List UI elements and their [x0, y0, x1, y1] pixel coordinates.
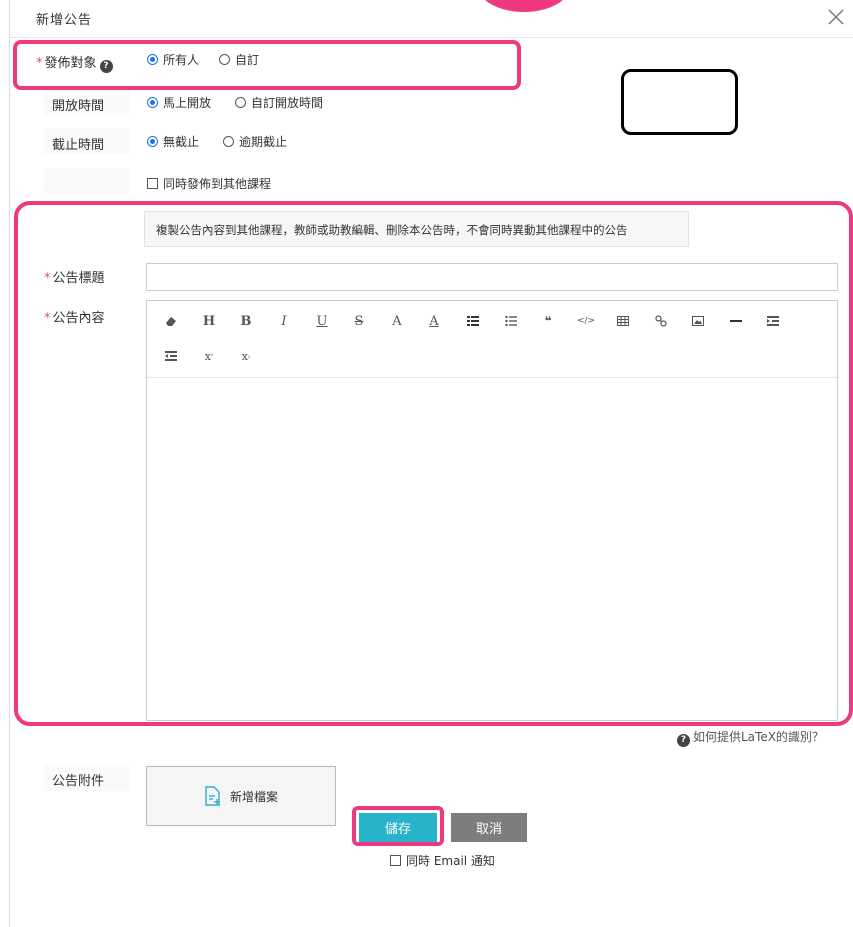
deadline-options: 無截止 逾期截止: [147, 133, 307, 150]
add-file-button[interactable]: 新增檔案: [146, 766, 336, 826]
radio-empty-icon: [235, 97, 247, 108]
close-icon[interactable]: [825, 6, 847, 28]
radio-selected-icon: [147, 136, 158, 147]
deadline-label: 截止時間: [52, 138, 105, 153]
highlight-audience: [13, 40, 521, 90]
file-add-icon: [205, 786, 220, 806]
radio-selected-icon: [147, 97, 158, 108]
open-time-option-now[interactable]: 馬上開放: [147, 94, 211, 111]
cancel-button[interactable]: 取消: [451, 813, 527, 842]
dialog-title: 新增公告: [36, 13, 93, 28]
deadline-option-overdue[interactable]: 逾期截止: [223, 133, 287, 150]
question-circle-icon: ?: [677, 734, 690, 747]
checkbox-icon: [147, 178, 158, 189]
open-time-options: 馬上開放 自訂開放時間: [147, 94, 343, 111]
dialog-header: 新增公告: [10, 0, 853, 38]
label-cell-bg: [44, 168, 130, 194]
attachment-label: 公告附件: [52, 774, 105, 789]
highlight-content-area: [14, 201, 853, 726]
open-time-option-custom[interactable]: 自訂開放時間: [235, 94, 323, 111]
email-notify-checkbox[interactable]: 同時 Email 通知: [390, 852, 495, 869]
deadline-option-none[interactable]: 無截止: [147, 133, 199, 150]
highlight-save-button: [352, 806, 444, 846]
checkbox-icon: [390, 855, 401, 866]
latex-help-link[interactable]: ? 如何提供LaTeX的識別？: [677, 728, 824, 747]
radio-empty-icon: [223, 136, 235, 147]
open-time-label: 開放時間: [52, 99, 105, 114]
publish-other-courses-checkbox[interactable]: 同時發佈到其他課程: [147, 175, 271, 192]
highlight-empty-box: [621, 69, 738, 135]
